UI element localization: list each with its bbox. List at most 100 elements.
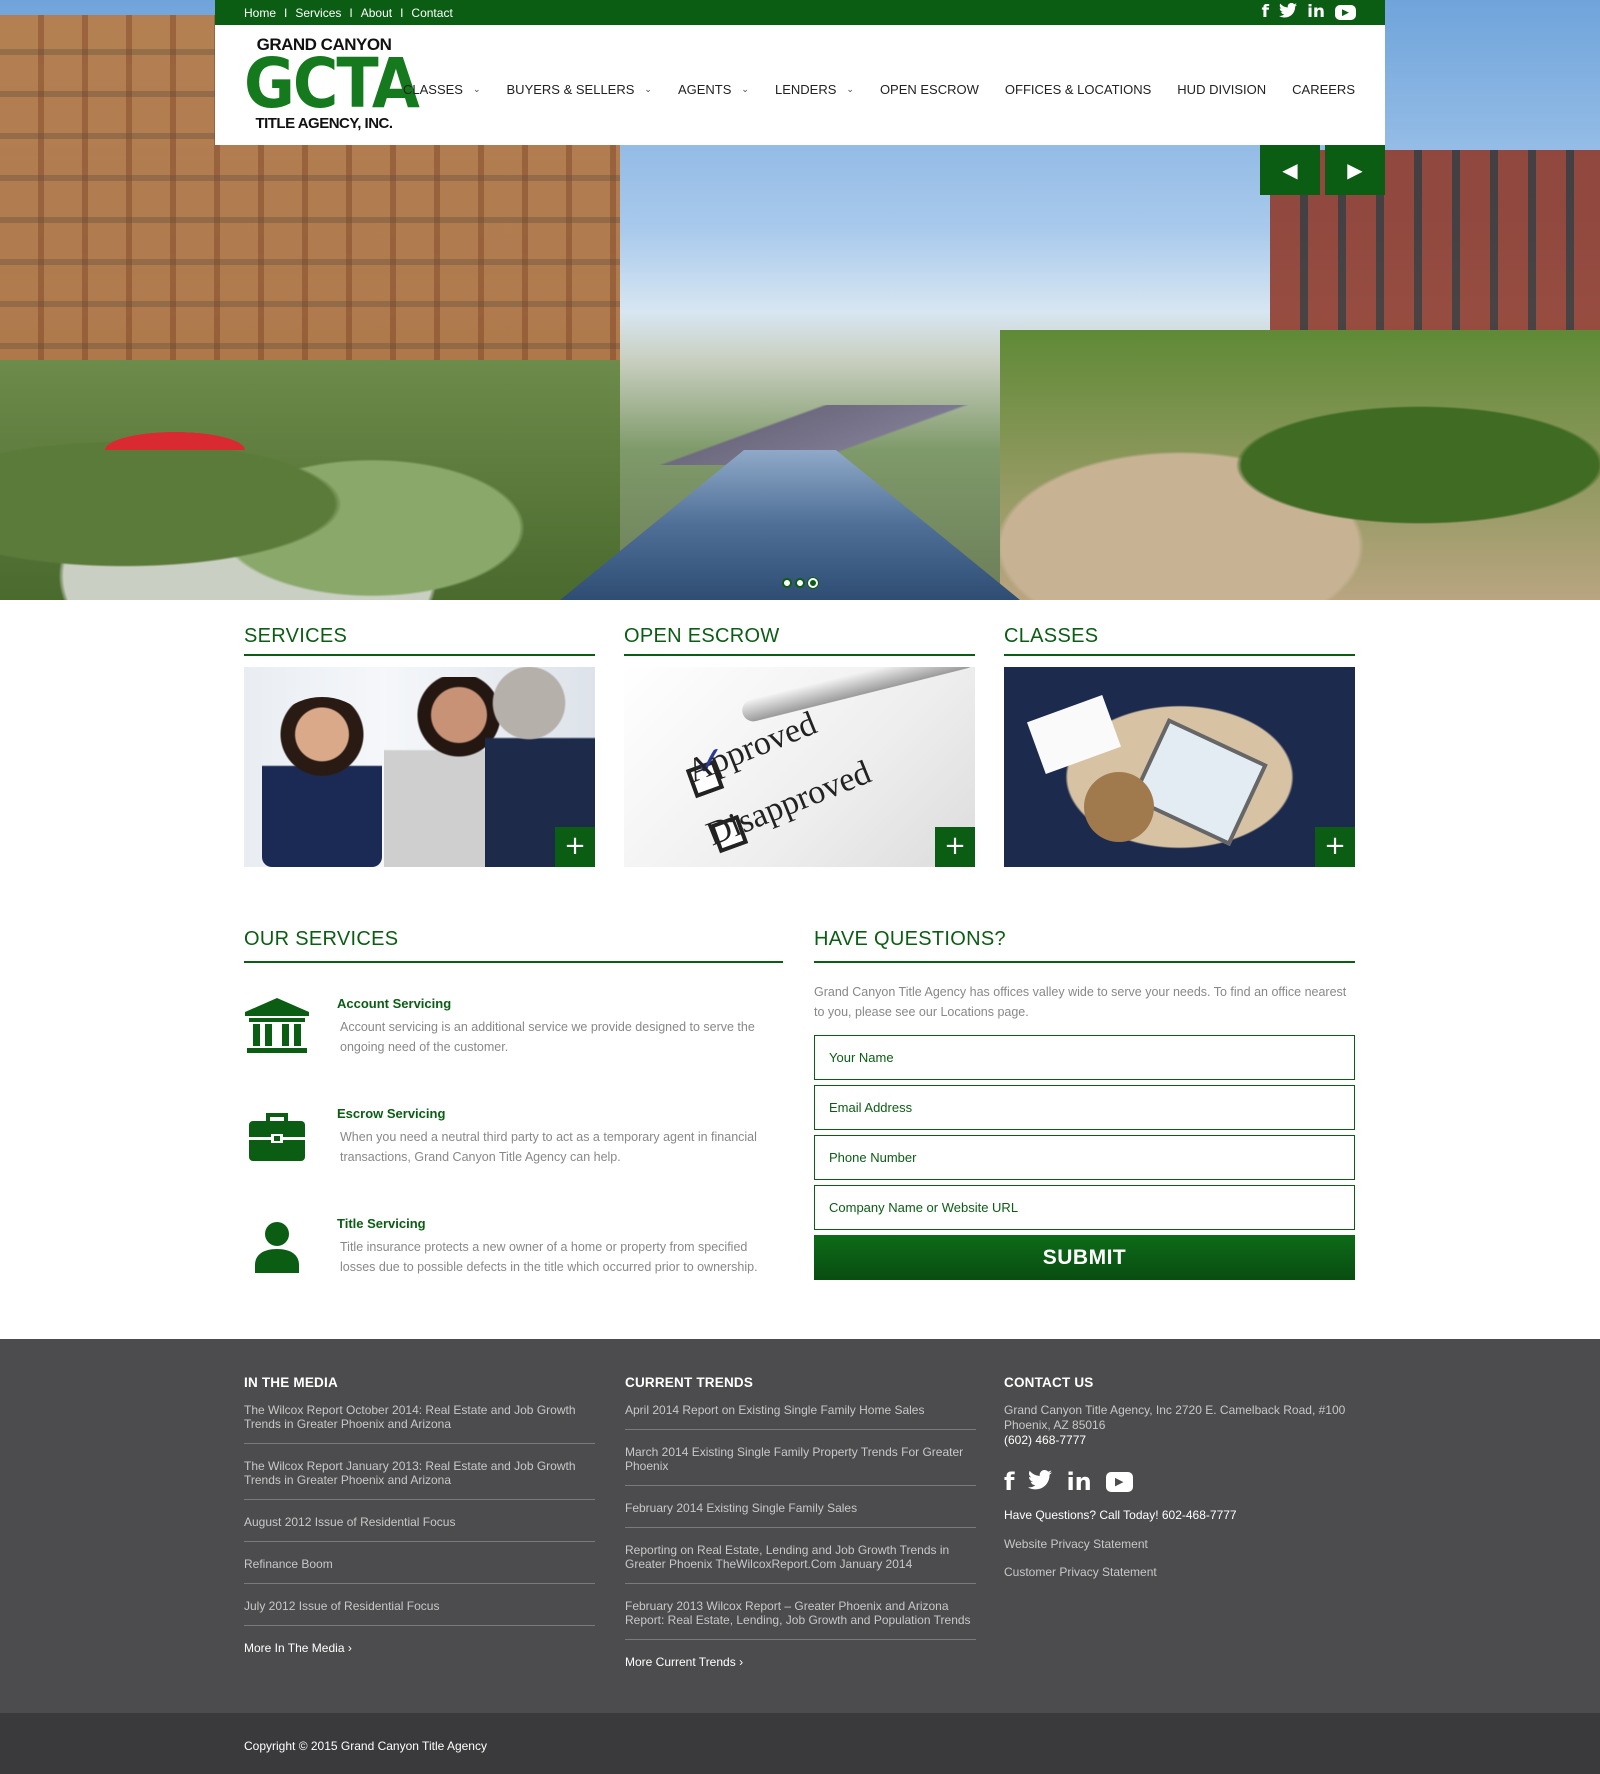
slider-arrows: ◀ ▶ xyxy=(1260,145,1385,195)
photo-laptop xyxy=(1130,717,1268,847)
email-field[interactable]: Email Address xyxy=(814,1085,1355,1130)
nav-label: OPEN ESCROW xyxy=(879,82,979,97)
service-item: Account Servicing Account servicing is a… xyxy=(244,985,783,1095)
chevron-right-icon: › xyxy=(347,1641,352,1655)
slider-dot-3[interactable] xyxy=(808,578,818,588)
footer-link[interactable]: April 2014 Report on Existing Single Fam… xyxy=(625,1403,976,1430)
footer-link[interactable]: July 2012 Issue of Residential Focus xyxy=(244,1599,595,1626)
plus-icon[interactable]: + xyxy=(935,827,975,867)
briefcase-icon xyxy=(244,1105,310,1169)
footer-link[interactable]: August 2012 Issue of Residential Focus xyxy=(244,1515,595,1542)
plus-icon[interactable]: + xyxy=(1315,827,1355,867)
linkedin-icon[interactable]: in xyxy=(1066,1470,1091,1494)
nav-item-open-escrow[interactable]: OPEN ESCROW xyxy=(880,82,979,97)
linkedin-icon[interactable]: in xyxy=(1307,4,1325,21)
feature-cards: SERVICES + OPEN ESCROW ✓ Approved Disapp… xyxy=(244,625,1355,867)
card-title[interactable]: SERVICES xyxy=(244,625,595,656)
nav-item-buyers-sellers[interactable]: BUYERS & SELLERS ⌄ xyxy=(507,82,652,97)
field-placeholder: Phone Number xyxy=(829,1150,917,1165)
service-name[interactable]: Title Servicing xyxy=(337,1216,426,1231)
youtube-icon[interactable]: ▶ xyxy=(1335,5,1356,20)
card-title[interactable]: OPEN ESCROW xyxy=(624,625,975,656)
chevron-right-icon: › xyxy=(739,1655,744,1669)
chevron-down-icon: ⌄ xyxy=(472,84,481,94)
footer-link[interactable]: March 2014 Existing Single Family Proper… xyxy=(625,1445,976,1486)
contact-phone[interactable]: (602) 468-7777 xyxy=(1004,1433,1355,1448)
card-classes: CLASSES + xyxy=(1004,625,1355,867)
nav-item-agents[interactable]: AGENTS ⌄ xyxy=(678,82,749,97)
slider-prev-button[interactable]: ◀ xyxy=(1260,145,1320,195)
nav-label: CLASSES xyxy=(402,82,463,97)
more-trends-link[interactable]: More Current Trends › xyxy=(625,1655,976,1669)
our-services-section: OUR SERVICES Account Servicing Account s… xyxy=(244,928,783,1315)
phone-field[interactable]: Phone Number xyxy=(814,1135,1355,1180)
more-label: More Current Trends xyxy=(625,1655,736,1669)
customer-privacy-link[interactable]: Customer Privacy Statement xyxy=(1004,1565,1355,1579)
nav-label: HUD DIVISION xyxy=(1177,82,1267,97)
footer-heading: IN THE MEDIA xyxy=(244,1375,338,1390)
card-services: SERVICES + xyxy=(244,625,595,867)
contact-address: Grand Canyon Title Agency, Inc 2720 E. C… xyxy=(1004,1403,1346,1432)
youtube-icon[interactable]: ▶ xyxy=(1105,1472,1133,1492)
service-desc: Account servicing is an additional servi… xyxy=(340,1020,755,1054)
bank-icon xyxy=(244,995,310,1059)
nav-item-offices-locations[interactable]: OFFICES & LOCATIONS xyxy=(1005,82,1151,97)
card-image-meeting[interactable]: + xyxy=(1004,667,1355,867)
slider-dots xyxy=(782,578,818,588)
site-header: GRAND CANYON GCTA TITLE AGENCY, INC. CLA… xyxy=(215,25,1385,145)
company-field[interactable]: Company Name or Website URL xyxy=(814,1185,1355,1230)
card-open-escrow: OPEN ESCROW ✓ Approved Disapproved + xyxy=(624,625,975,867)
footer-link[interactable]: February 2014 Existing Single Family Sal… xyxy=(625,1501,976,1528)
photo-pen xyxy=(739,667,975,724)
top-link-home[interactable]: Home xyxy=(244,6,276,20)
card-title[interactable]: CLASSES xyxy=(1004,625,1355,656)
top-link-about[interactable]: About xyxy=(361,6,392,20)
website-privacy-link[interactable]: Website Privacy Statement xyxy=(1004,1537,1355,1551)
slider-dot-2[interactable] xyxy=(795,578,805,588)
hero-trees-left xyxy=(0,360,620,600)
hero-umbrellas xyxy=(105,432,245,450)
nav-item-careers[interactable]: CAREERS xyxy=(1292,82,1355,97)
footer-link[interactable]: The Wilcox Report January 2013: Real Est… xyxy=(244,1459,595,1500)
card-image-approved[interactable]: ✓ Approved Disapproved + xyxy=(624,667,975,867)
submit-button[interactable]: SUBMIT xyxy=(814,1235,1355,1280)
top-links: Home I Services I About I Contact xyxy=(244,6,453,20)
photo-person xyxy=(1084,772,1154,842)
facebook-icon[interactable]: f xyxy=(1004,1470,1014,1494)
contact-form: Your Name Email Address Phone Number Com… xyxy=(814,1035,1355,1280)
field-placeholder: Email Address xyxy=(829,1100,913,1115)
card-image-handshake[interactable]: + xyxy=(244,667,595,867)
footer-link[interactable]: Reporting on Real Estate, Lending and Jo… xyxy=(625,1543,976,1584)
footer-social: f in ▶ xyxy=(1004,1469,1355,1494)
footer-link[interactable]: The Wilcox Report October 2014: Real Est… xyxy=(244,1403,595,1444)
twitter-icon[interactable] xyxy=(1279,2,1298,22)
nav-label: BUYERS & SELLERS xyxy=(506,82,635,97)
user-icon xyxy=(244,1215,310,1279)
slider-dot-1[interactable] xyxy=(782,578,792,588)
arrow-left-icon: ◀ xyxy=(1282,158,1298,182)
nav-label: OFFICES & LOCATIONS xyxy=(1004,82,1152,97)
facebook-icon[interactable]: f xyxy=(1262,4,1269,21)
more-media-link[interactable]: More In The Media › xyxy=(244,1641,595,1655)
slider-next-button[interactable]: ▶ xyxy=(1325,145,1385,195)
nav-item-lenders[interactable]: LENDERS ⌄ xyxy=(775,82,854,97)
twitter-icon[interactable] xyxy=(1028,1469,1053,1494)
photo-paper xyxy=(1027,694,1121,775)
footer-link[interactable]: Refinance Boom xyxy=(244,1557,595,1584)
service-name[interactable]: Escrow Servicing xyxy=(337,1106,445,1121)
field-placeholder: Company Name or Website URL xyxy=(829,1200,1019,1215)
chevron-down-icon: ⌄ xyxy=(741,84,749,94)
questions-form-section: HAVE QUESTIONS? Grand Canyon Title Agenc… xyxy=(814,928,1355,1280)
more-label: More In The Media xyxy=(244,1641,345,1655)
nav-item-hud-division[interactable]: HUD DIVISION xyxy=(1177,82,1266,97)
chevron-down-icon: ⌄ xyxy=(846,84,854,94)
footer-trends-column: CURRENT TRENDS April 2014 Report on Exis… xyxy=(625,1375,976,1669)
nav-item-classes[interactable]: CLASSES ⌄ xyxy=(403,82,481,97)
footer-link[interactable]: February 2013 Wilcox Report – Greater Ph… xyxy=(625,1599,976,1640)
name-field[interactable]: Your Name xyxy=(814,1035,1355,1080)
call-today-text: Have Questions? Call Today! 602-468-7777 xyxy=(1004,1508,1237,1522)
plus-icon[interactable]: + xyxy=(555,827,595,867)
top-link-contact[interactable]: Contact xyxy=(411,6,452,20)
top-link-services[interactable]: Services xyxy=(295,6,341,20)
service-name[interactable]: Account Servicing xyxy=(337,996,451,1011)
